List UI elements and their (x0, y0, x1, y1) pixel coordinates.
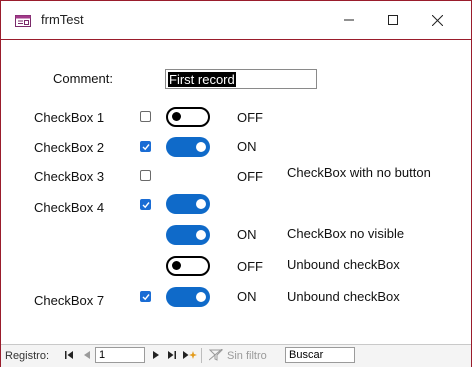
toggle-6[interactable] (166, 256, 210, 276)
state-1: OFF (237, 110, 263, 125)
first-record-icon[interactable] (63, 349, 75, 361)
state-2: ON (237, 139, 257, 154)
filter-status[interactable]: Sin filtro (227, 350, 267, 362)
checkbox-3-label: CheckBox 3 (34, 169, 105, 184)
form-window: frmTest Comment: First record CheckBox 1… (0, 0, 472, 367)
form-body: Comment: First record CheckBox 1 OFF Che… (1, 40, 471, 340)
toggle-knob (196, 230, 206, 240)
toggle-5[interactable] (166, 225, 210, 245)
checkbox-4-label: CheckBox 4 (34, 200, 105, 215)
toggle-1[interactable] (166, 107, 210, 127)
record-navigation-bar: Registro: 1 Sin filtro Buscar (1, 344, 471, 367)
state-6: OFF (237, 259, 263, 274)
checkbox-1-label: CheckBox 1 (34, 110, 105, 125)
note-6: Unbound checkBox (287, 257, 400, 272)
toggle-knob (196, 199, 206, 209)
toggle-knob (172, 112, 181, 121)
title-bar: frmTest (1, 1, 471, 40)
toggle-2[interactable] (166, 137, 210, 157)
divider (201, 348, 202, 363)
checkbox-2[interactable] (140, 141, 151, 152)
comment-value: First record (168, 72, 236, 87)
toggle-7[interactable] (166, 287, 210, 307)
toggle-knob (172, 261, 181, 270)
checkbox-7-label: CheckBox 7 (34, 293, 105, 308)
toggle-4[interactable] (166, 194, 210, 214)
note-7: Unbound checkBox (287, 289, 400, 304)
state-7: ON (237, 289, 257, 304)
new-record-icon[interactable] (183, 349, 197, 361)
checkbox-3[interactable] (140, 170, 151, 181)
comment-field[interactable]: First record (165, 69, 317, 89)
filter-icon[interactable] (209, 349, 223, 361)
form-icon (15, 14, 31, 27)
note-3: CheckBox with no button (287, 165, 431, 180)
checkbox-1[interactable] (140, 111, 151, 122)
toggle-knob (196, 142, 206, 152)
window-title: frmTest (41, 12, 84, 27)
checkbox-4[interactable] (140, 199, 151, 210)
state-5: ON (237, 227, 257, 242)
next-record-icon[interactable] (150, 349, 162, 361)
checkbox-2-label: CheckBox 2 (34, 140, 105, 155)
search-field[interactable]: Buscar (285, 347, 355, 363)
current-record-field[interactable]: 1 (95, 347, 145, 363)
record-label: Registro: (5, 350, 50, 362)
maximize-button[interactable] (371, 5, 415, 35)
note-5: CheckBox no visible (287, 226, 405, 241)
last-record-icon[interactable] (166, 349, 178, 361)
minimize-button[interactable] (327, 5, 371, 35)
checkbox-7[interactable] (140, 291, 151, 302)
previous-record-icon[interactable] (81, 349, 93, 361)
close-button[interactable] (415, 5, 459, 35)
toggle-knob (196, 292, 206, 302)
state-3: OFF (237, 169, 263, 184)
comment-label: Comment: (53, 71, 113, 86)
